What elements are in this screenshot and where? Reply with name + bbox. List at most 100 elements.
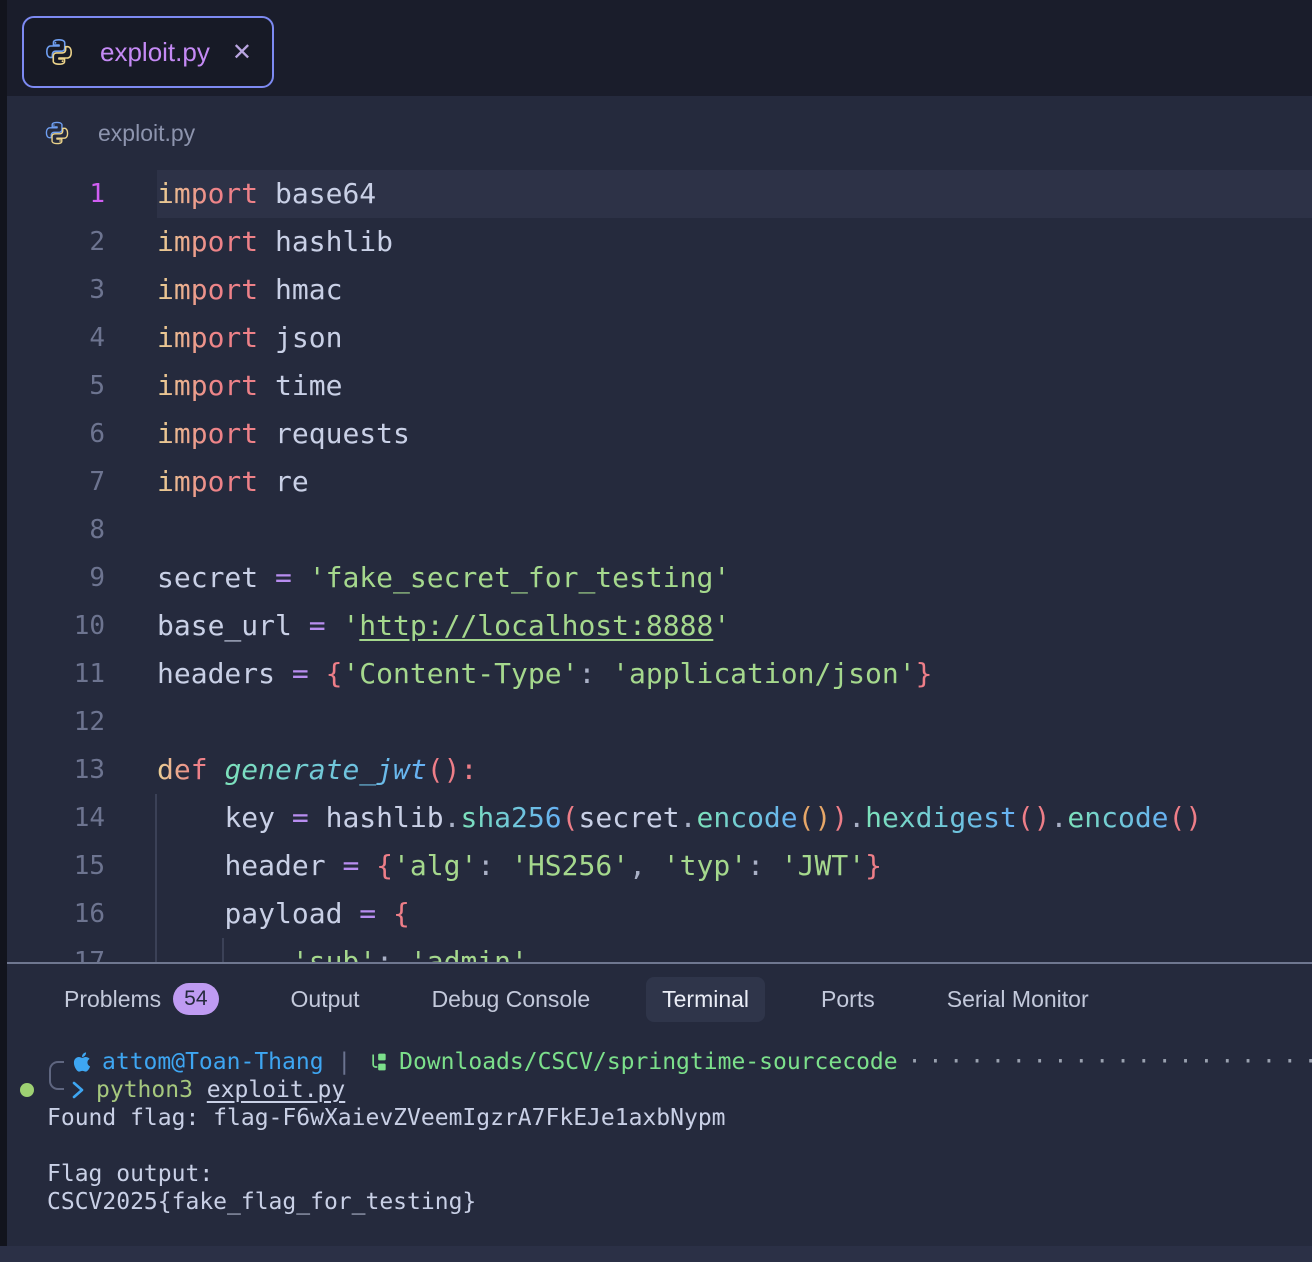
panel-tab-bar: Problems 54 Output Debug Console Termina… bbox=[0, 964, 1312, 1022]
code-line: 17 'sub': 'admin' bbox=[0, 938, 1312, 962]
code-line: 12 bbox=[0, 698, 1312, 746]
code-token: . bbox=[680, 801, 697, 834]
code-token: header bbox=[224, 849, 342, 882]
code-token: secret bbox=[157, 561, 275, 594]
panel-tab-ports[interactable]: Ports bbox=[805, 977, 891, 1022]
code-line: 13def generate_jwt(): bbox=[0, 746, 1312, 794]
code-token: 'fake_secret_for_testing' bbox=[309, 561, 730, 594]
terminal-command: python3 bbox=[96, 1076, 207, 1104]
tab-bar: exploit.py ✕ bbox=[0, 0, 1312, 96]
code-token: import bbox=[157, 321, 258, 354]
line-number: 17 bbox=[0, 938, 157, 962]
apple-icon bbox=[72, 1051, 92, 1073]
code-line: 11headers = {'Content-Type': 'applicatio… bbox=[0, 650, 1312, 698]
code-token: 'sub' bbox=[292, 945, 376, 962]
code-line: 9secret = 'fake_secret_for_testing' bbox=[0, 554, 1312, 602]
code-content bbox=[157, 698, 1312, 746]
code-token: def bbox=[157, 753, 224, 786]
code-token: hexdigest bbox=[865, 801, 1017, 834]
code-token: { bbox=[326, 657, 343, 690]
code-token: = bbox=[275, 561, 309, 594]
terminal-status-dot bbox=[20, 1083, 34, 1097]
code-content: import requests bbox=[157, 410, 1312, 458]
code-token: secret bbox=[578, 801, 679, 834]
code-token: 'alg' bbox=[393, 849, 477, 882]
code-token: headers bbox=[157, 657, 292, 690]
left-edge-strip bbox=[0, 0, 7, 1262]
close-icon[interactable]: ✕ bbox=[232, 38, 252, 67]
breadcrumb-file-label: exploit.py bbox=[98, 120, 195, 147]
indent-guide bbox=[155, 794, 157, 842]
indent-guide bbox=[155, 842, 157, 890]
code-token: , bbox=[629, 849, 663, 882]
code-token: import bbox=[157, 369, 258, 402]
terminal-output-line: CSCV2025{fake_flag_for_testing} bbox=[0, 1188, 1312, 1216]
prompt-chevron-icon bbox=[70, 1079, 86, 1101]
code-line: 14 key = hashlib.sha256(secret.encode())… bbox=[0, 794, 1312, 842]
code-token: } bbox=[865, 849, 882, 882]
line-number: 12 bbox=[0, 698, 157, 746]
code-content: payload = { bbox=[157, 890, 1312, 938]
line-number: 6 bbox=[0, 410, 157, 458]
code-token: time bbox=[258, 369, 342, 402]
code-line: 8 bbox=[0, 506, 1312, 554]
python-icon bbox=[44, 120, 70, 146]
code-token: ) bbox=[831, 801, 848, 834]
bottom-strip bbox=[0, 1246, 1312, 1262]
code-token: import bbox=[157, 417, 258, 450]
code-content: import base64 bbox=[157, 170, 1312, 218]
code-token: 'typ' bbox=[663, 849, 747, 882]
code-token: () bbox=[1017, 801, 1051, 834]
line-number: 2 bbox=[0, 218, 157, 266]
terminal-output-blank-line bbox=[0, 1132, 1312, 1160]
code-token: encode bbox=[1067, 801, 1168, 834]
terminal-cwd: Downloads/CSCV/springtime-sourcecode bbox=[399, 1048, 898, 1076]
panel-tab-serial-monitor[interactable]: Serial Monitor bbox=[931, 977, 1105, 1022]
code-content: import re bbox=[157, 458, 1312, 506]
line-number: 1 bbox=[0, 170, 157, 218]
code-token: . bbox=[444, 801, 461, 834]
code-token: { bbox=[393, 897, 410, 930]
code-token: ' bbox=[342, 609, 359, 642]
code-content: import hmac bbox=[157, 266, 1312, 314]
panel-tab-debug-console[interactable]: Debug Console bbox=[416, 977, 607, 1022]
panel-tab-output[interactable]: Output bbox=[275, 977, 376, 1022]
editor-tab-exploit-py[interactable]: exploit.py ✕ bbox=[22, 16, 274, 88]
code-token: = bbox=[359, 897, 393, 930]
code-line: 10base_url = 'http://localhost:8888' bbox=[0, 602, 1312, 650]
code-token: http://localhost:8888 bbox=[359, 609, 713, 642]
terminal-command-arg[interactable]: exploit.py bbox=[207, 1076, 345, 1104]
code-content: base_url = 'http://localhost:8888' bbox=[157, 602, 1312, 650]
code-line: 16 payload = { bbox=[0, 890, 1312, 938]
breadcrumb[interactable]: exploit.py bbox=[0, 96, 1312, 170]
terminal[interactable]: attom@Toan-Thang | Downloads/CSCV/spring… bbox=[0, 1048, 1312, 1216]
code-token: base_url bbox=[157, 609, 309, 642]
code-content: secret = 'fake_secret_for_testing' bbox=[157, 554, 1312, 602]
line-number: 10 bbox=[0, 602, 157, 650]
code-content: import hashlib bbox=[157, 218, 1312, 266]
code-line: 4import json bbox=[0, 314, 1312, 362]
code-content: 'sub': 'admin' bbox=[157, 938, 1312, 962]
panel-tab-problems[interactable]: Problems 54 bbox=[48, 974, 235, 1023]
code-content: import json bbox=[157, 314, 1312, 362]
line-number: 8 bbox=[0, 506, 157, 554]
code-token: = bbox=[292, 657, 326, 690]
code-token: . bbox=[848, 801, 865, 834]
code-token: : bbox=[477, 849, 511, 882]
line-number: 9 bbox=[0, 554, 157, 602]
code-token: = bbox=[292, 801, 326, 834]
terminal-output-line: Flag output: bbox=[0, 1160, 1312, 1188]
line-number: 7 bbox=[0, 458, 157, 506]
code-editor[interactable]: 1import base642import hashlib3import hma… bbox=[0, 170, 1312, 962]
panel-tab-label: Serial Monitor bbox=[947, 986, 1089, 1013]
code-token: import bbox=[157, 225, 258, 258]
code-line: 7import re bbox=[0, 458, 1312, 506]
code-token: sha256 bbox=[460, 801, 561, 834]
line-number: 15 bbox=[0, 842, 157, 890]
code-token bbox=[157, 849, 224, 882]
terminal-separator: | bbox=[324, 1048, 366, 1076]
panel-tab-terminal[interactable]: Terminal bbox=[646, 977, 765, 1022]
code-token: hmac bbox=[258, 273, 342, 306]
code-token: re bbox=[258, 465, 309, 498]
code-line: 6import requests bbox=[0, 410, 1312, 458]
